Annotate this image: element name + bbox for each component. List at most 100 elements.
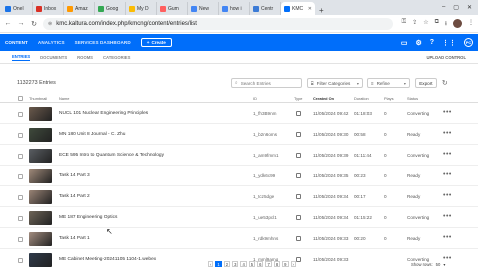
browser-tab[interactable]: Onel: [2, 2, 33, 15]
entry-thumbnail[interactable]: [29, 169, 52, 184]
table-row[interactable]: Task 14 Part 2 1_tcz5dge 11/05/2024 09:34 0…: [0, 187, 478, 208]
maximize-icon[interactable]: ▢: [453, 4, 459, 11]
page-number[interactable]: 3: [232, 261, 239, 267]
minimize-icon[interactable]: –: [442, 4, 445, 11]
page-number[interactable]: 6: [257, 261, 264, 267]
col-plays[interactable]: Plays: [384, 96, 394, 101]
reload-icon[interactable]: ↻: [30, 20, 38, 28]
col-name[interactable]: Name: [59, 96, 69, 101]
user-avatar[interactable]: PC: [464, 38, 473, 47]
more-actions-icon[interactable]: •••: [443, 171, 452, 178]
more-actions-icon[interactable]: •••: [443, 192, 452, 199]
more-actions-icon[interactable]: •••: [443, 151, 452, 158]
apps-icon[interactable]: ⋮⋮: [442, 39, 456, 47]
page-number[interactable]: 9: [282, 261, 289, 267]
browser-tab[interactable]: how i: [219, 2, 250, 15]
entry-thumbnail[interactable]: [29, 231, 52, 246]
table-row[interactable]: MN 180 Unit 8 Journal - C. Zhu 1_b2n6oms 1…: [0, 125, 478, 145]
entry-thumbnail[interactable]: [29, 107, 52, 121]
entry-thumbnail[interactable]: [29, 211, 52, 225]
entry-name[interactable]: ME 187 Engineering Optics: [59, 215, 117, 220]
entry-name[interactable]: Task 14 Part 3: [59, 173, 90, 178]
close-window-icon[interactable]: ✕: [467, 4, 472, 11]
star-icon[interactable]: ☆: [423, 19, 428, 29]
back-icon[interactable]: ←: [4, 20, 12, 27]
entry-name[interactable]: Task 14 Part 2: [59, 194, 90, 199]
row-checkbox[interactable]: [18, 195, 23, 201]
download-icon[interactable]: ⭳: [445, 19, 447, 29]
rows-per-page-select[interactable]: 50: [436, 262, 441, 267]
table-row[interactable]: NUCL 101 Nuclear Engineering Principles 1…: [0, 104, 478, 124]
more-actions-icon[interactable]: •••: [443, 255, 452, 262]
entry-name[interactable]: NUCL 101 Nuclear Engineering Principles: [59, 111, 148, 116]
page-number[interactable]: 1: [215, 261, 222, 267]
select-all-checkbox[interactable]: [18, 96, 23, 101]
settings-icon[interactable]: ⚙: [415, 39, 421, 47]
table-row[interactable]: ME 187 Engineering Optics 1_ue53pcl1 11/05…: [0, 208, 478, 228]
site-info-icon[interactable]: ⊜: [48, 21, 52, 27]
prev-page-icon[interactable]: ‹: [208, 261, 214, 267]
tab-rooms[interactable]: ROOMS: [77, 55, 93, 60]
row-checkbox[interactable]: [18, 236, 23, 242]
row-checkbox[interactable]: [18, 112, 23, 117]
entry-name[interactable]: MN 180 Unit 8 Journal - C. Zhu: [59, 132, 125, 137]
share-icon[interactable]: ⇪: [412, 19, 417, 29]
browser-tab[interactable]: Inbox: [33, 2, 64, 15]
help-icon[interactable]: ?: [430, 39, 434, 46]
entry-thumbnail[interactable]: [29, 190, 52, 205]
browser-tab[interactable]: My D: [126, 2, 157, 15]
extensions-icon[interactable]: ⧉: [435, 19, 439, 29]
refresh-icon[interactable]: ↻: [442, 79, 448, 87]
browser-tab[interactable]: New: [188, 2, 219, 15]
browser-tab[interactable]: KMC ✕: [281, 2, 315, 15]
tab-close-icon[interactable]: ✕: [308, 6, 312, 12]
nav-content[interactable]: CONTENT: [5, 40, 28, 45]
entry-name[interactable]: Task 14 Part 1: [59, 236, 90, 241]
more-actions-icon[interactable]: •••: [443, 109, 452, 116]
col-created[interactable]: Created On: [313, 96, 334, 101]
browser-tab[interactable]: Centr: [250, 2, 281, 15]
create-button[interactable]: + Create: [140, 38, 172, 47]
table-row[interactable]: Task 14 Part 3 1_ydk6c99 11/05/2024 09:35 0…: [0, 166, 478, 187]
refine-dropdown[interactable]: ≡ Refine ▾: [366, 78, 410, 88]
page-number[interactable]: 5: [248, 261, 256, 267]
url-field[interactable]: ⊜ kmc.kaltura.com/index.php/kmcng/conten…: [43, 17, 393, 30]
export-button[interactable]: Export: [414, 78, 437, 88]
nav-services-dashboard[interactable]: SERVICES DASHBOARD: [75, 40, 131, 45]
forward-icon[interactable]: →: [17, 20, 25, 27]
row-checkbox[interactable]: [18, 257, 23, 263]
profile-avatar[interactable]: [453, 18, 462, 28]
table-row[interactable]: Task 14 Part 1 1_rdk9mhns 11/05/2024 09:33…: [0, 229, 478, 249]
browser-tab[interactable]: Goog: [95, 2, 126, 15]
tab-entries[interactable]: ENTRIES: [12, 54, 31, 61]
tab-documents[interactable]: DOCUMENTS: [40, 55, 67, 60]
folder-icon[interactable]: ▭: [401, 39, 408, 47]
more-actions-icon[interactable]: •••: [443, 234, 452, 241]
row-checkbox[interactable]: [18, 216, 23, 221]
more-actions-icon[interactable]: •••: [443, 130, 452, 137]
browser-menu-icon[interactable]: ⋮: [468, 19, 474, 29]
tab-categories[interactable]: CATEGORIES: [103, 55, 130, 60]
entry-name[interactable]: ME Cabinet Meeting-20241105 1104-1.webex: [59, 257, 156, 262]
entry-thumbnail[interactable]: [29, 252, 52, 267]
col-type[interactable]: Type: [294, 96, 302, 101]
browser-tab[interactable]: Amaz: [64, 2, 95, 15]
upload-control-link[interactable]: UPLOAD CONTROL: [426, 55, 466, 60]
search-box[interactable]: ⌕: [230, 78, 302, 88]
browser-tab[interactable]: Gum: [157, 2, 188, 15]
entry-thumbnail[interactable]: [29, 127, 52, 142]
key-icon[interactable]: ⚿: [402, 19, 407, 29]
more-actions-icon[interactable]: •••: [443, 213, 452, 220]
entry-name[interactable]: ECE 595 Intro to Quantum Science & Techn…: [59, 153, 164, 158]
page-number[interactable]: 2: [223, 261, 231, 267]
page-number[interactable]: 4: [240, 261, 247, 267]
search-input[interactable]: [240, 80, 296, 86]
row-checkbox[interactable]: [18, 174, 23, 180]
entry-thumbnail[interactable]: [29, 148, 52, 163]
page-number[interactable]: 8: [273, 261, 281, 267]
nav-analytics[interactable]: ANALYTICS: [38, 40, 65, 45]
table-row[interactable]: ECE 595 Intro to Quantum Science & Techn…: [0, 146, 478, 166]
filter-categories-dropdown[interactable]: ⌸ Filter Categories ▾: [306, 78, 363, 88]
col-duration[interactable]: Duration: [354, 96, 369, 101]
page-number[interactable]: 7: [265, 261, 272, 267]
